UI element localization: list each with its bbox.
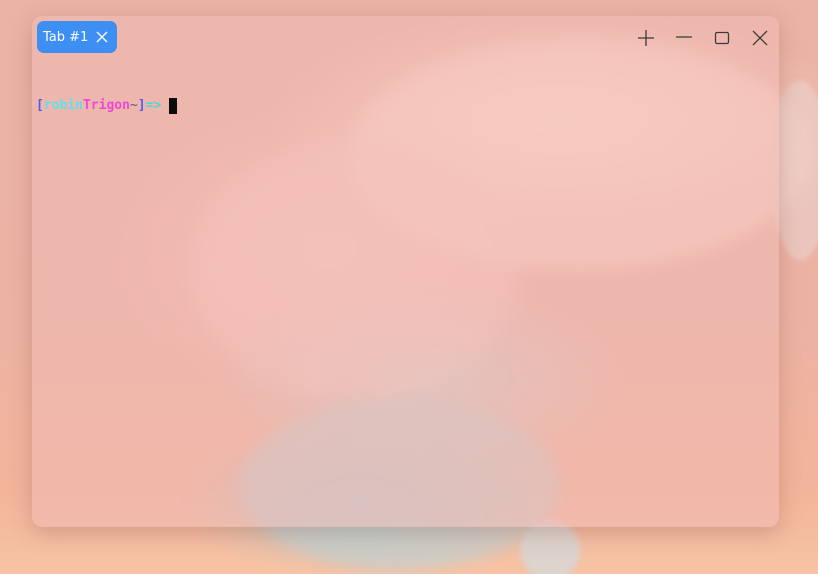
prompt-arrow: =>	[145, 98, 162, 113]
prompt-close-bracket: ]	[137, 98, 146, 113]
desktop-wallpaper: Tab #1 [robin Trigon ~] =>	[0, 0, 818, 574]
tab-1[interactable]: Tab #1	[37, 21, 117, 53]
text-cursor	[169, 98, 178, 114]
new-tab-button[interactable]	[627, 16, 665, 60]
wallpaper-shape	[520, 520, 580, 574]
prompt-user: robin	[43, 98, 83, 113]
tab-label: Tab #1	[43, 29, 89, 45]
tab-close-icon[interactable]	[94, 29, 110, 45]
title-bar[interactable]: Tab #1	[32, 16, 779, 60]
plus-icon	[638, 30, 654, 46]
maximize-button[interactable]	[703, 16, 741, 60]
close-window-button[interactable]	[741, 16, 779, 60]
minimize-button[interactable]	[665, 16, 703, 60]
close-icon	[752, 30, 768, 46]
terminal-output[interactable]: [ robin Trigon ~ ] =>	[36, 61, 775, 523]
terminal-window: Tab #1 [robin Trigon ~] =>	[32, 16, 779, 527]
shell-prompt: [ robin Trigon ~ ] =>	[36, 97, 775, 115]
prompt-host: Trigon	[82, 98, 130, 113]
window-controls	[627, 16, 779, 60]
maximize-icon	[714, 31, 730, 45]
prompt-open-bracket: [	[36, 98, 44, 113]
prompt-path: ~	[129, 98, 138, 113]
minimize-icon	[676, 36, 692, 38]
